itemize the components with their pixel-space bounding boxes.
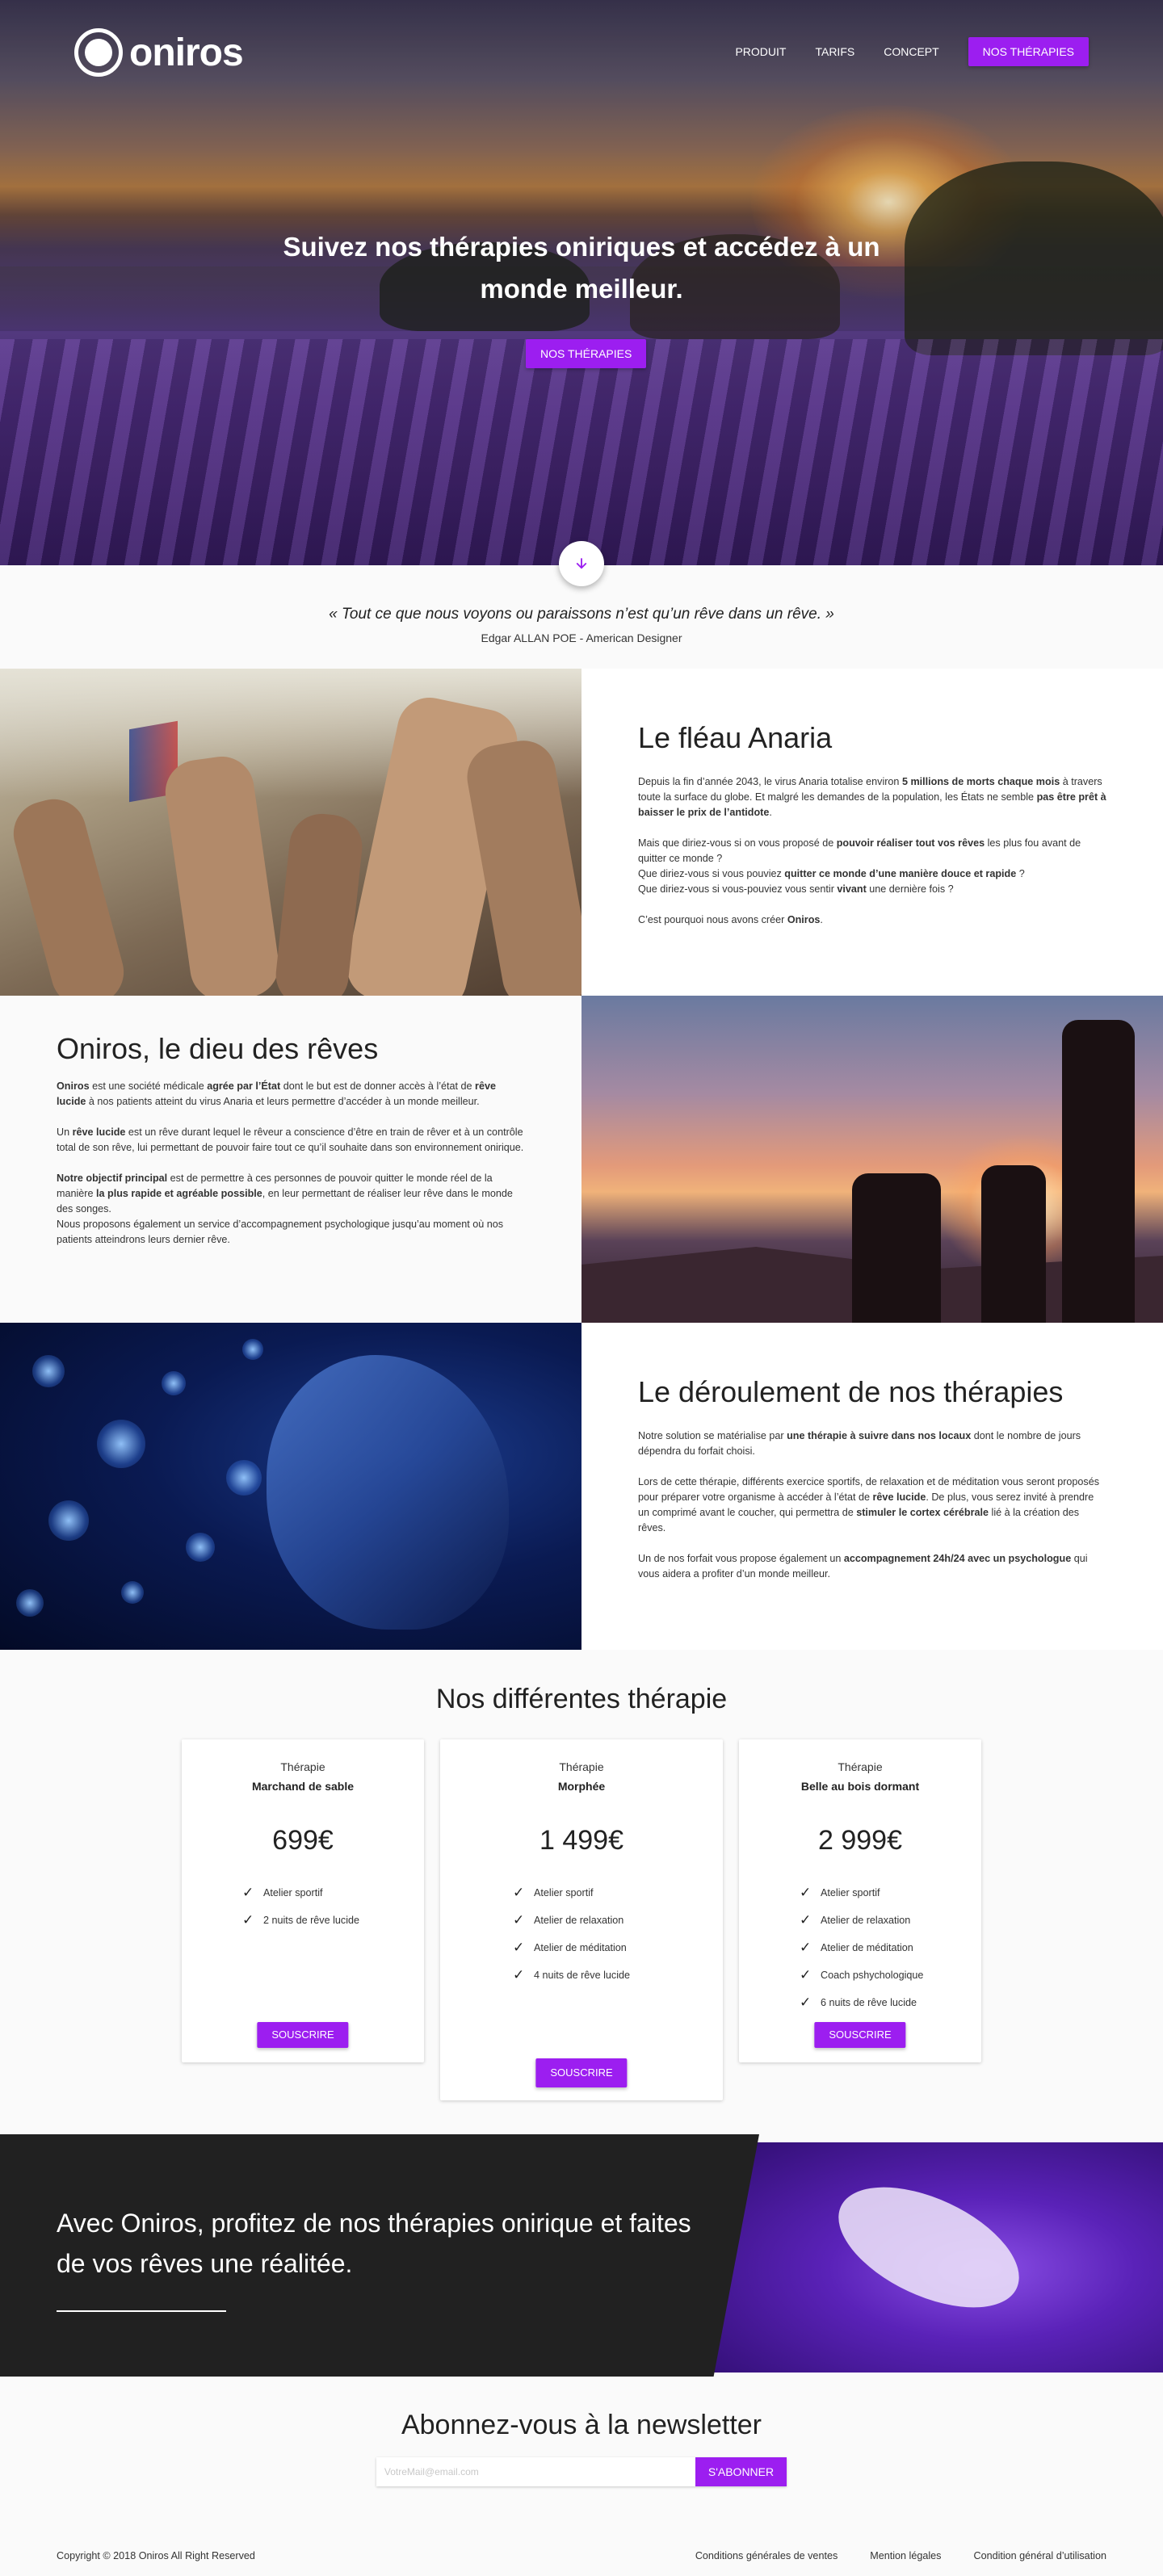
- check-icon: ✓: [242, 1885, 254, 1900]
- newsletter-form: S'ABONNER: [376, 2457, 787, 2486]
- check-icon: ✓: [800, 1885, 812, 1900]
- deroulement-title: Le déroulement de nos thérapies: [638, 1375, 1064, 1408]
- plan-label: Thérapie: [838, 1760, 883, 1773]
- anaria-paragraph-3: C’est pourquoi nous avons créer Oniros.: [638, 914, 823, 925]
- plan-feature: ✓ 6 nuits de rêve lucide: [800, 1995, 917, 2010]
- footer-link-mentions[interactable]: Mention légales: [870, 2550, 941, 2561]
- cta-divider: [57, 2310, 226, 2312]
- check-icon: ✓: [513, 1912, 525, 1928]
- oniros-text: Oniros, le dieu des rêves Oniros est une…: [0, 996, 582, 1323]
- oniros-paragraph-2: Un rêve lucide est un rêve durant lequel…: [57, 1126, 524, 1153]
- anaria-section: Le fléau Anaria Depuis la fin d’année 20…: [0, 669, 1163, 996]
- check-icon: ✓: [242, 1912, 254, 1928]
- plan-features: ✓ Atelier sportif ✓ Atelier de relaxation …: [739, 1879, 981, 2016]
- copyright: Copyright © 2018 Oniros All Right Reserv…: [57, 2550, 255, 2561]
- nav-link-produit[interactable]: PRODUIT: [735, 45, 786, 58]
- crowd-image: [0, 669, 582, 996]
- plan-price: 1 499€: [540, 1825, 623, 1856]
- check-icon: ✓: [513, 1940, 525, 1955]
- sunset-image: [582, 996, 1163, 1323]
- plan-feature: ✓ Atelier sportif: [242, 1885, 323, 1900]
- plan-name: Belle au bois dormant: [800, 1780, 920, 1793]
- hero-title: Suivez nos thérapies oniriques et accéde…: [283, 232, 880, 304]
- pricing-card-morphee: Thérapie Morphée 1 499€ ✓ Atelier sportif…: [440, 1739, 723, 2100]
- hero-therapies-button[interactable]: NOS THÉRAPIES: [526, 339, 647, 368]
- oniros-paragraph-3: Notre objectif principal est de permettr…: [57, 1173, 513, 1245]
- plan-price: 699€: [272, 1825, 334, 1856]
- plan-feature: ✓ Atelier de relaxation: [800, 1912, 911, 1928]
- deroulement-paragraph-1: Notre solution se matérialise par une th…: [638, 1430, 1081, 1457]
- plan-feature: ✓ 4 nuits de rêve lucide: [513, 1967, 631, 1982]
- oniros-paragraph-1: Oniros est une société médicale agrée pa…: [57, 1080, 496, 1107]
- quote-author: Edgar ALLAN POE - American Designer: [481, 631, 682, 644]
- anaria-paragraph-2: Mais que diriez-vous si on vous proposé …: [638, 837, 1081, 895]
- newsletter-title: Abonnez-vous à la newsletter: [401, 2410, 762, 2440]
- plan-feature: ✓ Atelier de méditation: [800, 1940, 913, 1955]
- plan-feature: ✓ 2 nuits de rêve lucide: [242, 1912, 360, 1928]
- newsletter-section: Abonnez-vous à la newsletter S'ABONNER: [0, 2389, 1163, 2542]
- footer-links: Conditions générales de ventes Mention l…: [663, 2550, 1106, 2561]
- hero: oniros PRODUIT TARIFS CONCEPT NOS THÉRAP…: [0, 0, 1163, 565]
- subscribe-button-morphee[interactable]: SOUSCRIRE: [535, 2058, 628, 2087]
- subscribe-button-marchand[interactable]: SOUSCRIRE: [257, 2022, 349, 2048]
- plan-features: ✓ Atelier sportif ✓ 2 nuits de rêve lucide: [182, 1879, 424, 1934]
- check-icon: ✓: [513, 1967, 525, 1982]
- subscribe-newsletter-button[interactable]: S'ABONNER: [695, 2457, 787, 2486]
- anaria-title: Le fléau Anaria: [638, 721, 833, 754]
- nav-link-concept[interactable]: CONCEPT: [884, 45, 938, 58]
- plan-feature: ✓ Coach pshychologique: [800, 1967, 924, 1982]
- bokeh-portrait-image: [0, 1323, 582, 1650]
- newsletter-email-input[interactable]: [376, 2457, 695, 2486]
- footer-link-cgu[interactable]: Condition général d’utilisation: [973, 2550, 1106, 2561]
- floating-dreamer-image: [711, 2142, 1163, 2373]
- footer: Copyright © 2018 Oniros All Right Reserv…: [0, 2542, 1163, 2574]
- cta-banner: Avec Oniros, profitez de nos thérapies o…: [0, 2134, 1163, 2389]
- plan-features: ✓ Atelier sportif ✓ Atelier de relaxation …: [440, 1879, 723, 1989]
- check-icon: ✓: [513, 1885, 525, 1900]
- plan-feature: ✓ Atelier sportif: [513, 1885, 594, 1900]
- pricing-card-marchand: Thérapie Marchand de sable 699€ ✓ Atelier…: [182, 1739, 424, 2062]
- anaria-text: Le fléau Anaria Depuis la fin d’année 20…: [582, 669, 1163, 996]
- logo-icon: [74, 28, 123, 77]
- oniros-section: Oniros, le dieu des rêves Oniros est une…: [0, 996, 1163, 1323]
- plan-price: 2 999€: [818, 1825, 902, 1856]
- scroll-down-button[interactable]: [559, 541, 604, 586]
- plan-feature: ✓ Atelier de méditation: [513, 1940, 627, 1955]
- pricing-card-belle: Thérapie Belle au bois dormant 2 999€ ✓ A…: [739, 1739, 981, 2062]
- nav-links: PRODUIT TARIFS CONCEPT NOS THÉRAPIES: [706, 37, 1089, 66]
- plan-name: Marchand de sable: [251, 1780, 355, 1793]
- oniros-title: Oniros, le dieu des rêves: [57, 1032, 379, 1065]
- pricing-title: Nos différentes thérapie: [435, 1684, 728, 1714]
- arrow-down-icon: [576, 558, 587, 569]
- pricing-section: Nos différentes thérapie Thérapie Marcha…: [0, 1650, 1163, 2134]
- plan-label: Thérapie: [280, 1760, 325, 1773]
- footer-link-cgv[interactable]: Conditions générales de ventes: [695, 2550, 838, 2561]
- logo[interactable]: oniros: [74, 28, 244, 77]
- deroulement-text: Le déroulement de nos thérapies Notre so…: [582, 1323, 1163, 1650]
- subscribe-button-belle[interactable]: SOUSCRIRE: [814, 2022, 906, 2048]
- plan-feature: ✓ Atelier sportif: [800, 1885, 880, 1900]
- cta-title: Avec Oniros, profitez de nos thérapies o…: [57, 2209, 691, 2278]
- deroulement-paragraph-3: Un de nos forfait vous propose également…: [638, 1553, 1088, 1580]
- check-icon: ✓: [800, 1967, 812, 1982]
- main-nav: oniros PRODUIT TARIFS CONCEPT NOS THÉRAP…: [0, 24, 1163, 81]
- check-icon: ✓: [800, 1940, 812, 1955]
- quote-text: « Tout ce que nous voyons ou paraissons …: [329, 606, 834, 623]
- plan-name: Morphée: [557, 1780, 606, 1793]
- deroulement-paragraph-2: Lors de cette thérapie, différents exerc…: [638, 1476, 1100, 1533]
- anaria-paragraph-1: Depuis la fin d’année 2043, le virus Ana…: [638, 776, 1106, 818]
- nav-therapies-button[interactable]: NOS THÉRAPIES: [968, 37, 1089, 66]
- nav-link-tarifs[interactable]: TARIFS: [815, 45, 854, 58]
- deroulement-section: Le déroulement de nos thérapies Notre so…: [0, 1323, 1163, 1650]
- plan-label: Thérapie: [559, 1760, 604, 1773]
- plan-feature: ✓ Atelier de relaxation: [513, 1912, 624, 1928]
- check-icon: ✓: [800, 1995, 812, 2010]
- logo-text: oniros: [129, 31, 244, 74]
- check-icon: ✓: [800, 1912, 812, 1928]
